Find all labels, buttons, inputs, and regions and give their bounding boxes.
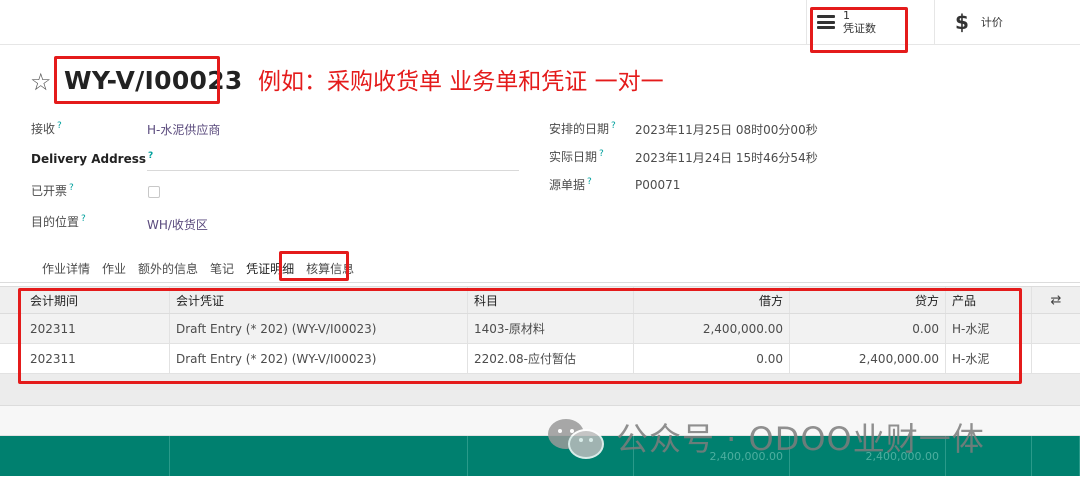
help-icon[interactable]: ? (69, 183, 74, 193)
favorite-star-icon[interactable]: ☆ (30, 70, 52, 94)
vouchers-label: 凭证数 (843, 22, 876, 35)
cell-period: 202311 (0, 314, 170, 343)
cell-product: H-水泥 (946, 314, 1032, 343)
delivery-address-input[interactable] (147, 153, 517, 169)
field-label-delivery-address: Delivery Address? (31, 151, 154, 166)
footer-cell (0, 436, 170, 476)
field-label-destination: 目的位置? (31, 214, 86, 229)
vouchers-smart-button[interactable]: 1 凭证数 (806, 0, 934, 44)
tab-operation-details[interactable]: 作业详情 (30, 256, 102, 282)
date-done-value: 2023年11月24日 15时46分54秒 (635, 151, 818, 165)
cell-debit: 2,400,000.00 (634, 314, 790, 343)
field-label-date-done: 实际日期? (549, 149, 604, 164)
delivery-address-underline (147, 170, 519, 171)
cell-credit: 0.00 (790, 314, 946, 343)
table-header-row: 会计期间 会计凭证 科目 借方 贷方 产品 ⇄ (0, 286, 1080, 314)
cell-entry: Draft Entry (* 202) (WY-V/I00023) (170, 344, 468, 373)
cell-credit: 2,400,000.00 (790, 344, 946, 373)
cell-entry: Draft Entry (* 202) (WY-V/I00023) (170, 314, 468, 343)
footer-cell (170, 436, 468, 476)
field-label-source-document: 源单据? (549, 177, 592, 192)
help-icon[interactable]: ? (611, 121, 616, 131)
field-label-scheduled-date: 安排的日期? (549, 121, 616, 136)
tab-additional-info[interactable]: 额外的信息 (138, 256, 210, 282)
list-icon (817, 15, 835, 29)
cell-account: 1403-原材料 (468, 314, 634, 343)
tab-operations[interactable]: 作业 (102, 256, 138, 282)
notebook-tabs: 作业详情 作业 额外的信息 笔记 凭证明细 核算信息 (30, 256, 366, 282)
help-icon[interactable]: ? (599, 149, 604, 159)
tab-accounting-info[interactable]: 核算信息 (306, 256, 366, 282)
cost-smart-button[interactable]: $ 计价 (934, 0, 1080, 44)
annotation-text: 例如：采购收货单 业务单和凭证 一对一 (258, 69, 664, 95)
smart-button-bar: 1 凭证数 $ 计价 (0, 0, 1080, 45)
destination-location-link[interactable]: WH/收货区 (147, 216, 208, 233)
vouchers-count: 1 (843, 9, 850, 22)
help-icon[interactable]: ? (587, 177, 592, 187)
watermark-text: 公众号 · ODOO业财一体 (616, 420, 985, 458)
scheduled-date-value: 2023年11月25日 08时00分00秒 (635, 123, 818, 137)
cell-spacer (1032, 344, 1080, 373)
cell-debit: 0.00 (634, 344, 790, 373)
empty-row (0, 374, 1080, 406)
table-row[interactable]: 202311 Draft Entry (* 202) (WY-V/I00023)… (0, 314, 1080, 344)
column-header-product[interactable]: 产品 (946, 287, 1032, 313)
cell-spacer (1032, 314, 1080, 343)
invoiced-checkbox[interactable] (148, 186, 160, 198)
cell-account: 2202.08-应付暂估 (468, 344, 634, 373)
column-header-period[interactable]: 会计期间 (0, 287, 170, 313)
field-label-receive: 接收? (31, 121, 62, 136)
cost-label: 计价 (980, 16, 1003, 29)
partner-link[interactable]: H-水泥供应商 (147, 121, 220, 138)
cell-period: 202311 (0, 344, 170, 373)
help-icon[interactable]: ? (81, 214, 86, 224)
tab-notes[interactable]: 笔记 (210, 256, 246, 282)
column-header-entry[interactable]: 会计凭证 (170, 287, 468, 313)
dollar-icon: $ (955, 10, 969, 34)
watermark: 公众号 · ODOO业财一体 (548, 414, 985, 460)
help-icon[interactable]: ? (57, 121, 62, 131)
table-row[interactable]: 202311 Draft Entry (* 202) (WY-V/I00023)… (0, 344, 1080, 374)
column-header-account[interactable]: 科目 (468, 287, 634, 313)
tabs-divider (0, 282, 1080, 283)
field-label-invoiced: 已开票? (31, 183, 74, 198)
column-header-credit[interactable]: 贷方 (790, 287, 946, 313)
footer-cell (1032, 436, 1080, 476)
cell-product: H-水泥 (946, 344, 1032, 373)
optional-columns-toggle[interactable]: ⇄ (1032, 287, 1080, 313)
sliders-icon: ⇄ (1050, 292, 1062, 308)
source-document-value: P00071 (635, 178, 681, 192)
record-title: WY-V/I00023 (64, 66, 243, 95)
tab-voucher-details[interactable]: 凭证明细 (246, 256, 306, 282)
wechat-logo-icon (548, 415, 604, 459)
column-header-debit[interactable]: 借方 (634, 287, 790, 313)
